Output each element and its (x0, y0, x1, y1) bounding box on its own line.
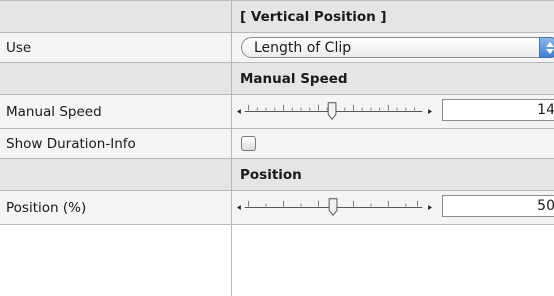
row-position: Position (%) 50 (0, 191, 554, 225)
row-manual-speed: Manual Speed 14 (0, 95, 554, 129)
header-left-cell (0, 63, 232, 94)
section-title: [ Vertical Position ] (240, 8, 387, 25)
section-header-manual-speed: Manual Speed (0, 63, 554, 95)
section-header-position: Position (0, 159, 554, 191)
slider-thumb[interactable] (328, 198, 338, 217)
empty-left-cell (0, 225, 232, 296)
show-duration-cell (232, 129, 554, 158)
section-title: Manual Speed (240, 70, 348, 87)
use-popup-value: Length of Clip (254, 39, 352, 56)
section-header-vertical-position: [ Vertical Position ] (0, 1, 554, 33)
label-manual-speed: Manual Speed (0, 95, 232, 128)
triangle-right-icon[interactable] (428, 109, 433, 114)
section-title: Position (240, 166, 302, 183)
manual-speed-input[interactable]: 14 (442, 99, 554, 121)
header-left-cell (0, 159, 232, 190)
label-position: Position (%) (0, 191, 232, 224)
triangle-left-icon[interactable] (236, 109, 241, 114)
use-popup-select[interactable]: Length of Clip (241, 37, 554, 58)
inspector-grid: [ Vertical Position ] Use Length of Clip… (0, 0, 554, 296)
manual-speed-cell: 14 (232, 95, 554, 128)
row-show-duration: Show Duration-Info (0, 129, 554, 159)
triangle-left-icon[interactable] (236, 205, 241, 210)
position-cell: 50 (232, 191, 554, 224)
row-use: Use Length of Clip (0, 33, 554, 63)
show-duration-checkbox[interactable] (241, 136, 256, 151)
stepper-arrows-icon[interactable] (539, 37, 554, 58)
label-show-duration: Show Duration-Info (0, 129, 232, 158)
label-use: Use (0, 33, 232, 62)
slider-thumb[interactable] (327, 102, 337, 121)
empty-area (0, 225, 554, 296)
position-input[interactable]: 50 (442, 195, 554, 217)
use-cell: Length of Clip (232, 33, 554, 62)
triangle-right-icon[interactable] (428, 205, 433, 210)
manual-speed-slider[interactable] (232, 95, 437, 128)
header-left-cell (0, 1, 232, 32)
position-slider[interactable] (232, 191, 437, 224)
